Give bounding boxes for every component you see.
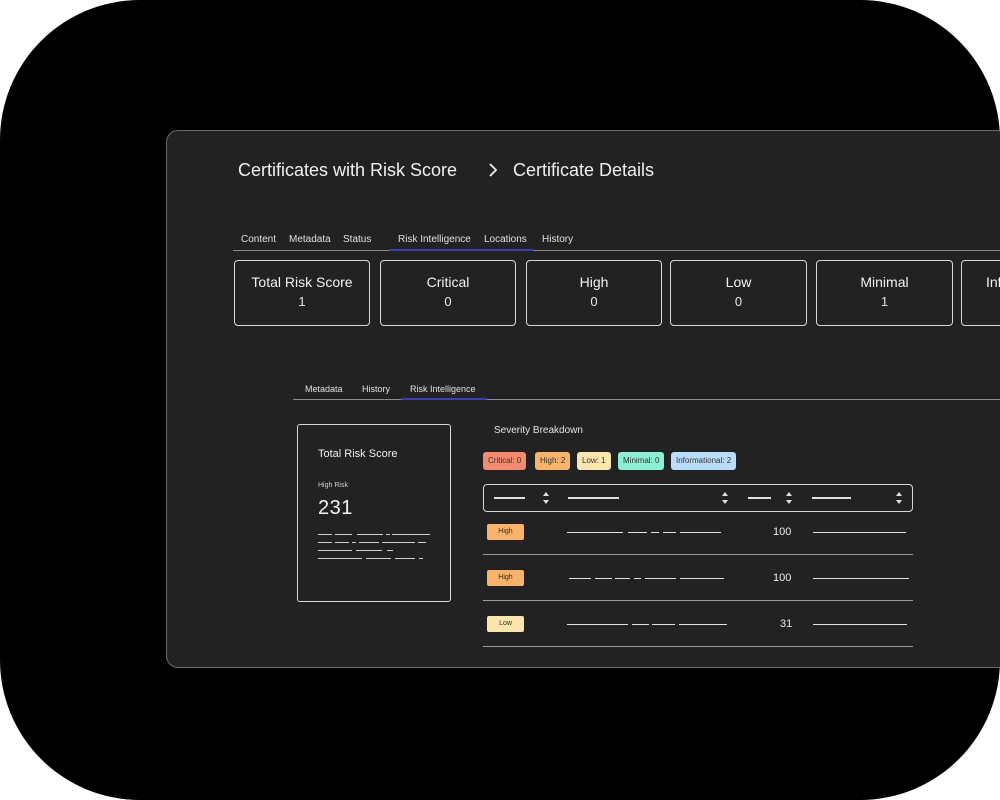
severity-chip-high[interactable]: High: 2 <box>535 452 571 470</box>
stat-card-high[interactable]: High 0 <box>526 260 662 326</box>
tab-divider <box>233 250 1000 251</box>
sort-icon[interactable] <box>785 491 793 505</box>
severity-badge: High <box>487 524 524 540</box>
inner-tab-risk-intelligence[interactable]: Risk Intelligence <box>410 384 476 394</box>
tab-content[interactable]: Content <box>241 234 276 245</box>
row-risk-score: 100 <box>773 572 792 584</box>
inner-tab-divider <box>293 399 1000 400</box>
stat-label: Critical <box>426 274 470 290</box>
stat-value: 0 <box>444 294 452 309</box>
stat-label: Total Risk Score <box>251 274 353 290</box>
severity-chip-critical[interactable]: Critical: 0 <box>483 452 527 470</box>
column-header-placeholder <box>812 497 851 499</box>
severity-breakdown-title: Severity Breakdown <box>494 425 583 436</box>
stat-card-critical[interactable]: Critical 0 <box>380 260 516 326</box>
severity-chip-minimal[interactable]: Minimal: 0 <box>618 452 665 470</box>
tab-history[interactable]: History <box>542 234 573 245</box>
inner-tab-history[interactable]: History <box>362 384 390 394</box>
stat-label: Inf <box>986 274 1000 290</box>
tab-metadata[interactable]: Metadata <box>289 234 331 245</box>
severity-badge: High <box>487 570 524 586</box>
row-risk-score: 100 <box>773 526 792 538</box>
stat-value: 1 <box>880 294 889 309</box>
row-value-placeholder <box>813 578 909 579</box>
row-divider <box>483 646 913 647</box>
stat-card-minimal[interactable]: Minimal 1 <box>816 260 953 326</box>
risk-score-value: 231 <box>318 497 353 519</box>
device-frame: Certificates with Risk Score Certificate… <box>0 0 1000 800</box>
certificate-details-panel: Certificates with Risk Score Certificate… <box>166 130 1000 668</box>
inner-tab-metadata[interactable]: Metadata <box>305 384 343 394</box>
stat-label: High <box>579 274 609 290</box>
row-risk-score: 31 <box>780 618 793 630</box>
stat-card-informational[interactable]: Inf <box>961 260 1000 326</box>
stat-label: Low <box>725 274 752 290</box>
total-risk-score-card: Total Risk Score High Risk 231 <box>297 424 451 602</box>
row-divider <box>483 600 913 601</box>
risk-card-title: Total Risk Score <box>318 448 398 460</box>
sort-icon[interactable] <box>895 491 903 505</box>
tab-risk-intelligence[interactable]: Risk Intelligence <box>398 234 471 245</box>
row-value-placeholder <box>813 624 907 625</box>
risk-level-label: High Risk <box>318 482 348 489</box>
tab-status[interactable]: Status <box>343 234 371 245</box>
active-tab-indicator <box>389 249 534 251</box>
breadcrumb-parent-link[interactable]: Certificates with Risk Score <box>238 160 457 181</box>
column-header-placeholder <box>494 497 525 499</box>
severity-chip-low[interactable]: Low: 1 <box>577 452 611 470</box>
row-divider <box>483 554 913 555</box>
stat-label: Minimal <box>860 274 909 290</box>
chevron-right-icon <box>489 163 498 177</box>
breadcrumb-current: Certificate Details <box>513 160 655 180</box>
sort-icon[interactable] <box>721 491 729 505</box>
findings-table-header <box>483 484 913 512</box>
stat-value: 1 <box>298 294 306 309</box>
stat-value: 0 <box>734 294 743 309</box>
tab-locations[interactable]: Locations <box>484 234 527 245</box>
column-header-placeholder <box>748 497 771 499</box>
column-header-placeholder <box>568 497 619 499</box>
inner-active-tab-indicator <box>401 398 487 400</box>
stat-value: 0 <box>590 294 598 309</box>
sort-icon[interactable] <box>542 491 550 505</box>
row-value-placeholder <box>813 532 906 533</box>
stat-card-low[interactable]: Low 0 <box>670 260 807 326</box>
stat-card-total-risk-score[interactable]: Total Risk Score 1 <box>234 260 370 326</box>
severity-badge: Low <box>487 616 524 632</box>
severity-chip-informational[interactable]: Informational: 2 <box>671 452 737 470</box>
